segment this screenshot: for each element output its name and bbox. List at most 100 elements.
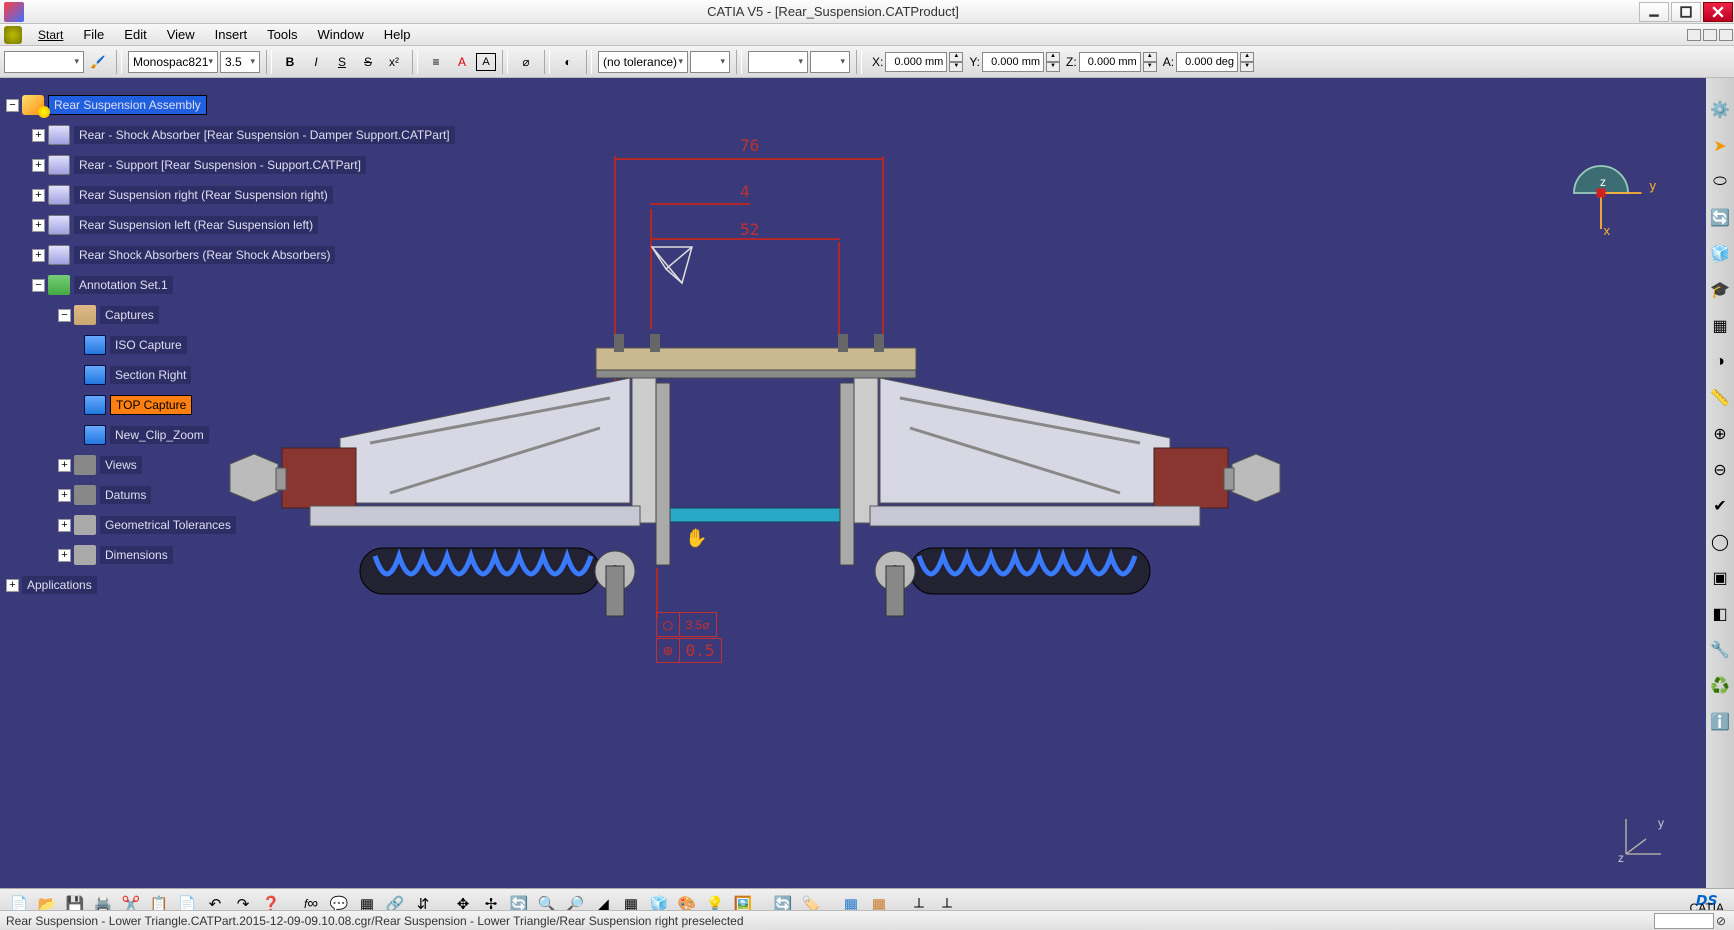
menu-tools[interactable]: Tools <box>257 24 307 45</box>
menu-file[interactable]: File <box>73 24 114 45</box>
expander-icon[interactable]: + <box>58 459 71 472</box>
tree-capture-node-selected[interactable]: TOP Capture <box>110 395 192 415</box>
select-geometry-icon[interactable]: ⬭ <box>1708 167 1732 197</box>
shade-icon[interactable]: ◑ <box>1708 347 1732 377</box>
menu-window[interactable]: Window <box>308 24 374 45</box>
insert-symbol-button[interactable]: ⌀ <box>514 50 538 74</box>
refresh-icon[interactable]: ♻️ <box>1708 671 1732 701</box>
y-spinner[interactable]: ▲▼ <box>1046 52 1060 72</box>
doc-minimize-button[interactable] <box>1687 29 1701 41</box>
expander-icon[interactable]: + <box>32 159 45 172</box>
circle-tool-icon[interactable]: ◯ <box>1708 527 1732 557</box>
check-icon[interactable]: ✔ <box>1708 491 1732 521</box>
university-icon[interactable]: 🎓 <box>1708 275 1732 305</box>
axis-triad[interactable]: y z <box>1616 814 1666 864</box>
wrench-icon[interactable]: 🔧 <box>1708 635 1732 665</box>
expander-icon[interactable]: + <box>6 579 19 592</box>
expander-icon[interactable]: + <box>58 549 71 562</box>
dimension-value[interactable]: 76 <box>740 136 759 155</box>
tree-applications-node[interactable]: Applications <box>22 576 97 594</box>
a-spinner[interactable]: ▲▼ <box>1240 52 1254 72</box>
tree-node[interactable]: Rear Suspension right (Rear Suspension r… <box>74 186 333 204</box>
rotate-view-icon[interactable]: 🔄 <box>1708 203 1732 233</box>
z-spinner[interactable]: ▲▼ <box>1143 52 1157 72</box>
feature-control-frame[interactable]: ○ 3.5⌀ <box>656 612 717 637</box>
italic-button[interactable]: I <box>304 50 328 74</box>
dimension-value[interactable]: 4 <box>740 182 750 201</box>
box-tool-icon[interactable]: ◧ <box>1708 599 1732 629</box>
expander-icon[interactable]: + <box>58 489 71 502</box>
arrow-cursor-icon[interactable]: ➤ <box>1708 131 1732 161</box>
plus-icon[interactable]: ⊕ <box>1708 419 1732 449</box>
brush-icon[interactable]: 🖌️ <box>86 50 110 74</box>
menu-help[interactable]: Help <box>374 24 421 45</box>
status-field[interactable] <box>1654 913 1714 929</box>
x-field[interactable] <box>885 52 947 72</box>
dimension-value[interactable]: 52 <box>740 220 759 239</box>
info-icon[interactable]: ℹ️ <box>1708 707 1732 737</box>
menu-edit[interactable]: Edit <box>114 24 156 45</box>
tree-capture-node[interactable]: ISO Capture <box>110 336 187 354</box>
z-field[interactable] <box>1079 52 1141 72</box>
bold-button[interactable]: B <box>278 50 302 74</box>
tree-node[interactable]: Rear Shock Absorbers (Rear Shock Absorbe… <box>74 246 335 264</box>
status-close-icon[interactable]: ⊘ <box>1714 914 1728 928</box>
menu-view[interactable]: View <box>157 24 205 45</box>
text-frame-button[interactable]: A <box>476 53 496 71</box>
style-dropdown[interactable] <box>4 51 84 73</box>
3d-viewport[interactable]: − Rear Suspension Assembly + Rear - Shock … <box>0 78 1706 898</box>
underline-button[interactable]: S <box>330 50 354 74</box>
expander-icon[interactable]: + <box>58 519 71 532</box>
align-button[interactable]: ≡ <box>424 50 448 74</box>
maximize-button[interactable] <box>1671 2 1701 22</box>
a-field[interactable] <box>1176 52 1238 72</box>
tree-capture-node[interactable]: New_Clip_Zoom <box>110 426 209 444</box>
tree-captures-folder[interactable]: Captures <box>100 306 159 324</box>
minus-icon[interactable]: ⊖ <box>1708 455 1732 485</box>
expander-icon[interactable]: − <box>6 99 19 112</box>
tree-views-folder[interactable]: Views <box>100 456 142 474</box>
x-spinner[interactable]: ▲▼ <box>949 52 963 72</box>
tree-node[interactable]: Rear Suspension left (Rear Suspension le… <box>74 216 318 234</box>
tree-node[interactable]: Rear - Support [Rear Suspension - Suppor… <box>74 156 366 174</box>
expander-icon[interactable]: − <box>58 309 71 322</box>
close-button[interactable] <box>1703 2 1733 22</box>
expander-icon[interactable]: + <box>32 189 45 202</box>
suspension-assembly-model[interactable] <box>220 328 1290 668</box>
minimize-button[interactable] <box>1639 2 1669 22</box>
doc-close-button[interactable] <box>1719 29 1733 41</box>
tree-capture-node[interactable]: Section Right <box>110 366 191 384</box>
y-field[interactable] <box>982 52 1044 72</box>
clip-plane-icon[interactable]: ▣ <box>1708 563 1732 593</box>
navigation-compass[interactable] <box>1556 148 1646 238</box>
expander-icon[interactable]: + <box>32 129 45 142</box>
tree-datums-folder[interactable]: Datums <box>100 486 151 504</box>
menu-insert[interactable]: Insert <box>205 24 258 45</box>
tolerance-dropdown[interactable]: (no tolerance) <box>598 51 688 73</box>
expander-icon[interactable]: − <box>32 279 45 292</box>
tree-node[interactable]: Rear - Shock Absorber [Rear Suspension -… <box>74 126 455 144</box>
expander-icon[interactable]: + <box>32 249 45 262</box>
grid-icon[interactable]: ▦ <box>1708 311 1732 341</box>
dim-style2-dropdown[interactable] <box>810 51 850 73</box>
feature-control-frame[interactable]: ⊕ 0.5 <box>656 638 722 663</box>
menu-start[interactable]: Start <box>28 24 73 45</box>
measure-icon[interactable]: 📏 <box>1708 383 1732 413</box>
dim-style1-dropdown[interactable] <box>748 51 808 73</box>
tree-dimensions-folder[interactable]: Dimensions <box>100 546 173 564</box>
superscript-button[interactable]: x² <box>382 50 406 74</box>
strikethrough-button[interactable]: S <box>356 50 380 74</box>
gear-icon[interactable]: ⚙️ <box>1708 95 1732 125</box>
font-size-dropdown[interactable]: 3.5 <box>220 51 260 73</box>
font-name-dropdown[interactable]: Monospac821 <box>128 51 218 73</box>
tree-annotation-set[interactable]: Annotation Set.1 <box>74 276 173 294</box>
tol-upper-dropdown[interactable] <box>690 51 730 73</box>
weld-symbol-button[interactable]: ◐ <box>556 50 580 74</box>
cube-icon[interactable]: 🧊 <box>1708 239 1732 269</box>
tree-root-node[interactable]: Rear Suspension Assembly <box>48 95 207 115</box>
menu-bar: Start File Edit View Insert Tools Window… <box>0 24 1734 46</box>
expander-icon[interactable]: + <box>32 219 45 232</box>
font-color-button[interactable]: A <box>450 50 474 74</box>
doc-restore-button[interactable] <box>1703 29 1717 41</box>
tree-gtol-folder[interactable]: Geometrical Tolerances <box>100 516 236 534</box>
